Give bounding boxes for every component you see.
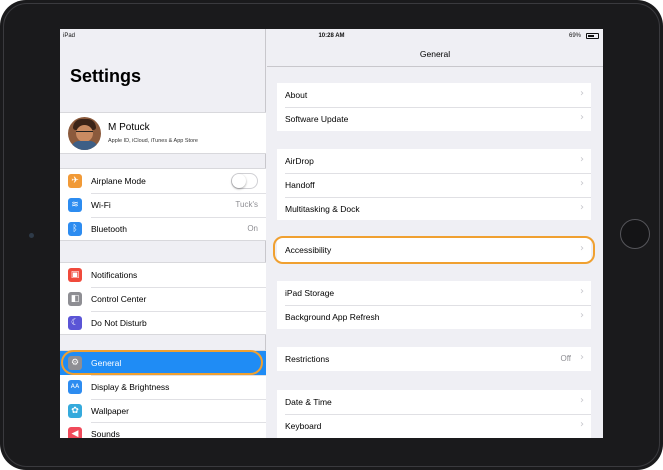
sidebar-item-control-center[interactable]: ◧ Control Center [60,286,266,311]
general-item-handoff[interactable]: Handoff › [277,172,591,197]
sounds-icon: ◀ [68,427,82,438]
apple-id-profile[interactable]: M Potuck Apple ID, iCloud, iTunes & App … [60,112,266,154]
chevron-right-icon: › [580,201,584,213]
general-item-software-update[interactable]: Software Update › [277,106,591,131]
settings-group: ✈ Airplane Mode ≋ Wi-Fi Tuck's ᛒ Bluetooth On [60,168,266,242]
bluetooth-icon: ᛒ [68,221,82,236]
battery-percent: 69% [568,33,581,39]
sidebar-item-airplane-mode[interactable]: ✈ Airplane Mode [60,169,266,193]
general-item-ipad-storage[interactable]: iPad Storage › [277,281,591,305]
highlight-ring [61,350,263,375]
battery-icon [586,33,599,39]
general-group: Date & Time › Keyboard › [277,390,591,438]
general-item-accessibility[interactable]: Accessibility › [273,236,595,264]
control-center-icon: ◧ [68,291,82,306]
general-item-label: Keyboard [285,420,322,431]
chevron-right-icon: › [580,286,584,297]
sidebar-item-sounds[interactable]: ◀ Sounds [60,422,266,438]
chevron-right-icon: › [580,418,584,430]
general-item-label: Background App Refresh [285,311,380,322]
general-item-about[interactable]: About › [277,83,591,107]
chevron-right-icon: › [580,395,584,406]
general-group: Accessibility › [273,236,595,264]
chevron-right-icon: › [580,352,584,363]
general-item-background-app-refresh[interactable]: Background App Refresh › [277,304,591,329]
settings-group: ▣ Notifications ◧ Control Center ☾ Do Not Dis… [60,262,266,336]
general-item-label: Date & Time [285,397,332,407]
sidebar-item-label: Bluetooth [91,223,127,234]
settings-sidebar: Settings M Potuck Apple ID, iCloud, iTun… [60,29,266,438]
general-item-label: Software Update [285,113,349,124]
status-bar: iPad 10:28 AM 69% [60,29,603,43]
chevron-right-icon: › [580,154,584,165]
general-item-label: Restrictions [285,354,330,364]
toggle-knob [232,174,246,188]
sidebar-item-display-and-brightness[interactable]: AA Display & Brightness [60,374,266,399]
sidebar-item-value: On [247,223,258,233]
general-group: About › Software Update › [277,83,591,131]
general-item-label: AirDrop [285,156,314,166]
sidebar-item-wi-fi[interactable]: ≋ Wi-Fi Tuck's [60,192,266,217]
airplane-icon: ✈ [68,174,82,188]
screen: Settings M Potuck Apple ID, iCloud, iTun… [60,29,603,438]
sidebar-item-label: Wallpaper [91,405,129,416]
sidebar-item-label: Wi-Fi [91,199,111,210]
sidebar-item-wallpaper[interactable]: ✿ Wallpaper [60,398,266,423]
status-time: 10:28 AM [318,33,345,39]
sidebar-item-label: Do Not Disturb [91,317,147,328]
sidebar-item-general[interactable]: ⚙ General [60,350,266,375]
profile-name: M Potuck [108,122,150,133]
general-item-keyboard[interactable]: Keyboard › [277,413,591,438]
general-group: Restrictions Off › [277,347,591,371]
moon-icon: ☾ [68,315,82,330]
sidebar-item-label: Sounds [91,429,120,438]
highlight-ring [273,236,595,264]
home-button[interactable] [620,219,650,249]
sidebar-item-label: Display & Brightness [91,381,170,392]
general-pane: General About › Software Update › AirDrop › Ha… [267,29,603,438]
settings-group: ⚙ General AA Display & Brightness ✿ Wallpaper… [60,350,266,438]
sidebar-item-label: Airplane Mode [91,176,146,186]
chevron-right-icon: › [580,309,584,321]
sidebar-item-notifications[interactable]: ▣ Notifications [60,263,266,287]
ipad-frame: Settings M Potuck Apple ID, iCloud, iTun… [0,0,663,470]
sidebar-item-value: Tuck's [235,199,258,209]
general-item-multitasking-and-dock[interactable]: Multitasking & Dock › [277,196,591,221]
sidebar-item-do-not-disturb[interactable]: ☾ Do Not Disturb [60,310,266,335]
general-group: AirDrop › Handoff › Multitasking & Dock › [277,149,591,221]
profile-subtitle: Apple ID, iCloud, iTunes & App Store [108,138,198,144]
general-item-restrictions[interactable]: Restrictions Off › [277,347,591,371]
general-group: iPad Storage › Background App Refresh › [277,281,591,329]
chevron-right-icon: › [580,111,584,123]
nav-divider [267,66,603,67]
sidebar-item-label: Control Center [91,293,147,304]
general-item-value: Off [560,354,571,363]
page-title: Settings [70,66,142,86]
general-item-label: Handoff [285,179,315,190]
wallpaper-icon: ✿ [68,403,82,418]
airplane-mode-toggle[interactable] [231,173,258,189]
general-item-label: Multitasking & Dock [285,203,360,214]
chevron-right-icon: › [580,177,584,189]
general-item-airdrop[interactable]: AirDrop › [277,149,591,173]
general-item-label: About [285,90,308,100]
sidebar-item-label: Notifications [91,270,138,280]
sidebar-item-bluetooth[interactable]: ᛒ Bluetooth On [60,216,266,241]
front-camera [29,233,34,238]
avatar [68,117,101,150]
general-item-label: iPad Storage [285,288,335,298]
display-brightness-icon: AA [68,379,82,394]
general-title: General [419,49,451,59]
chevron-right-icon: › [580,88,584,99]
general-item-date-and-time[interactable]: Date & Time › [277,390,591,414]
notifications-icon: ▣ [68,268,82,282]
wifi-icon: ≋ [68,197,82,212]
